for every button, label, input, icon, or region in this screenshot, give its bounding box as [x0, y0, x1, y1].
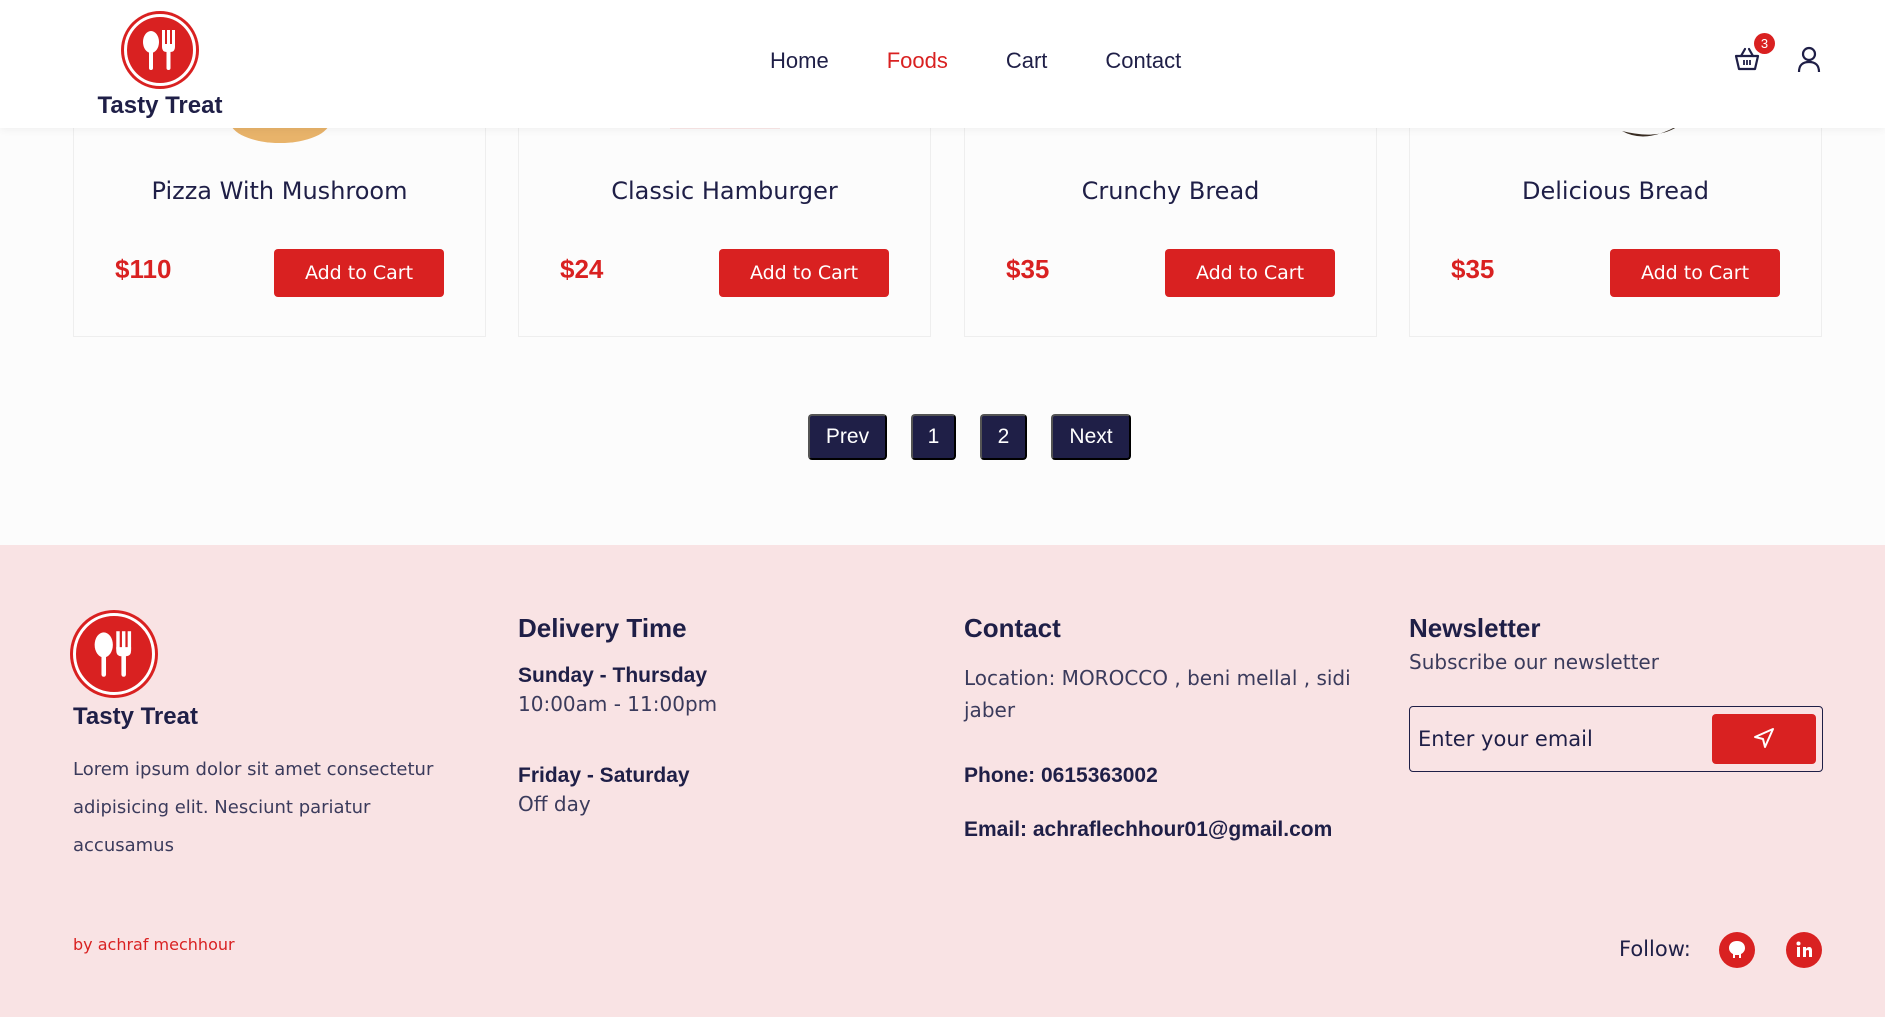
pagination: Prev 1 2 Next: [808, 414, 1155, 460]
add-to-cart-button[interactable]: Add to Cart: [1610, 249, 1780, 297]
product-price: $35: [1451, 254, 1495, 284]
delivery-hours-2: Off day: [518, 792, 591, 816]
footer-logo-icon: [73, 613, 155, 695]
user-icon[interactable]: [1796, 45, 1822, 73]
follow-label: Follow:: [1619, 937, 1691, 961]
newsletter-subtitle: Subscribe our newsletter: [1409, 650, 1659, 674]
footer-description: Lorem ipsum dolor sit amet consectetur a…: [73, 759, 434, 856]
site-header: Tasty Treat Home Foods Cart Contact 3: [0, 0, 1885, 128]
add-to-cart-button[interactable]: Add to Cart: [274, 249, 444, 297]
send-icon: [1754, 727, 1774, 748]
logo[interactable]: Tasty Treat: [95, 14, 225, 120]
add-to-cart-button[interactable]: Add to Cart: [1165, 249, 1335, 297]
nav-home[interactable]: Home: [770, 48, 829, 74]
prev-page-button[interactable]: Prev: [808, 414, 887, 460]
brand-name: Tasty Treat: [97, 92, 223, 119]
product-title: Crunchy Bread: [1081, 177, 1260, 205]
product-price: $35: [1006, 254, 1050, 284]
product-price: $110: [115, 254, 172, 284]
newsletter-email-input[interactable]: [1418, 717, 1708, 761]
delivery-title: Delivery Time: [518, 613, 687, 643]
delivery-time-section: Delivery Time Sunday - Thursday 10:00am …: [518, 613, 938, 820]
contact-phone: Phone: 0615363002: [964, 764, 1158, 787]
author-byline: by achraf mechhour: [73, 935, 235, 954]
footer-brand: Tasty Treat: [73, 703, 198, 730]
delivery-days-2: Friday - Saturday: [518, 764, 690, 787]
product-grid: Pizza With Mushroom $110 Add to Cart Cla…: [73, 99, 1823, 337]
nav-foods[interactable]: Foods: [887, 48, 948, 74]
add-to-cart-button[interactable]: Add to Cart: [719, 249, 889, 297]
newsletter-section: Newsletter Subscribe our newsletter: [1409, 613, 1823, 678]
contact-section: Contact Location: MOROCCO , beni mellal …: [964, 613, 1374, 842]
product-card: Crunchy Bread $35 Add to Cart: [964, 120, 1377, 337]
product-title: Delicious Bread: [1522, 177, 1709, 205]
page-2-button[interactable]: 2: [980, 414, 1027, 460]
contact-location: Location: MOROCCO , beni mellal , sidi j…: [964, 666, 1351, 722]
nav-cart[interactable]: Cart: [1006, 48, 1048, 74]
contact-email: Email: achraflechhour01@gmail.com: [964, 818, 1333, 841]
delivery-days-1: Sunday - Thursday: [518, 664, 708, 687]
linkedin-icon[interactable]: [1786, 932, 1822, 968]
site-footer: Tasty Treat Lorem ipsum dolor sit amet c…: [0, 545, 1885, 1017]
product-title: Pizza With Mushroom: [151, 177, 408, 205]
product-card: Pizza With Mushroom $110 Add to Cart: [73, 99, 486, 337]
product-card: Delicious Bread $35 Add to Cart: [1409, 120, 1822, 337]
newsletter-title: Newsletter: [1409, 613, 1541, 643]
newsletter-send-button[interactable]: [1712, 714, 1816, 764]
page-1-button[interactable]: 1: [911, 414, 956, 460]
product-title: Classic Hamburger: [611, 177, 838, 205]
next-page-button[interactable]: Next: [1051, 414, 1131, 460]
logo-icon: [124, 14, 196, 86]
contact-title: Contact: [964, 613, 1061, 643]
github-icon[interactable]: [1719, 932, 1755, 968]
product-card: Classic Hamburger $24 Add to Cart: [518, 120, 931, 337]
delivery-hours-1: 10:00am - 11:00pm: [518, 692, 718, 716]
newsletter-form: [1409, 706, 1823, 772]
cart-count-badge: 3: [1754, 33, 1775, 54]
product-price: $24: [560, 254, 604, 284]
nav-contact[interactable]: Contact: [1105, 48, 1181, 74]
main-nav: Home Foods Cart Contact: [770, 48, 1239, 74]
